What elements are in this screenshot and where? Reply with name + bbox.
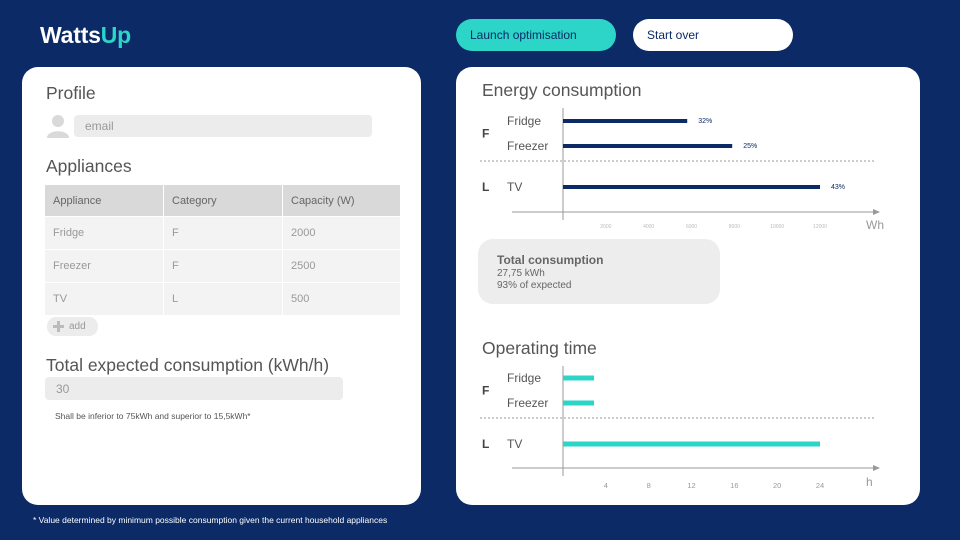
total-consumption-title: Total consumption	[497, 253, 604, 267]
total-consumption-ratio: 93% of expected	[497, 280, 572, 291]
time-x-axis-arrow-icon	[873, 465, 880, 471]
energy-tick-label: 10000	[770, 224, 784, 230]
time-category-label: Freezer	[507, 396, 548, 410]
energy-bar	[563, 185, 820, 189]
energy-x-axis-label: Wh	[866, 218, 884, 232]
energy-category-label: TV	[507, 180, 522, 194]
time-group-label: F	[482, 384, 489, 398]
time-tick-label: 16	[730, 481, 738, 490]
energy-category-label: Fridge	[507, 114, 541, 128]
energy-tick-label: 2000	[600, 224, 611, 230]
time-bar	[563, 441, 820, 447]
energy-tick-label: 4000	[643, 224, 654, 230]
time-tick-label: 12	[687, 481, 695, 490]
time-bar	[563, 375, 595, 381]
energy-data-label: 43%	[831, 184, 845, 191]
energy-tick-label: 8000	[729, 224, 740, 230]
time-bar	[563, 400, 595, 406]
time-group-label: L	[482, 437, 489, 451]
time-tick-label: 20	[773, 481, 781, 490]
time-tick-label: 4	[604, 481, 608, 490]
energy-group-label: L	[482, 180, 489, 194]
total-consumption-box: Total consumption 27,75 kWh 93% of expec…	[478, 239, 720, 304]
energy-data-label: 32%	[698, 118, 712, 125]
time-tick-label: 24	[816, 481, 824, 490]
time-category-label: Fridge	[507, 371, 541, 385]
energy-bar	[563, 144, 733, 148]
total-consumption-value: 27,75 kWh	[497, 268, 545, 279]
time-category-label: TV	[507, 437, 522, 451]
time-x-axis-label: h	[866, 475, 873, 489]
energy-bar	[563, 119, 688, 123]
energy-x-axis-arrow-icon	[873, 209, 880, 215]
energy-group-label: F	[482, 127, 489, 141]
energy-category-label: Freezer	[507, 139, 548, 153]
time-tick-label: 8	[647, 481, 651, 490]
energy-tick-label: 12000	[813, 224, 827, 230]
energy-tick-label: 6000	[686, 224, 697, 230]
energy-data-label: 25%	[743, 143, 757, 150]
